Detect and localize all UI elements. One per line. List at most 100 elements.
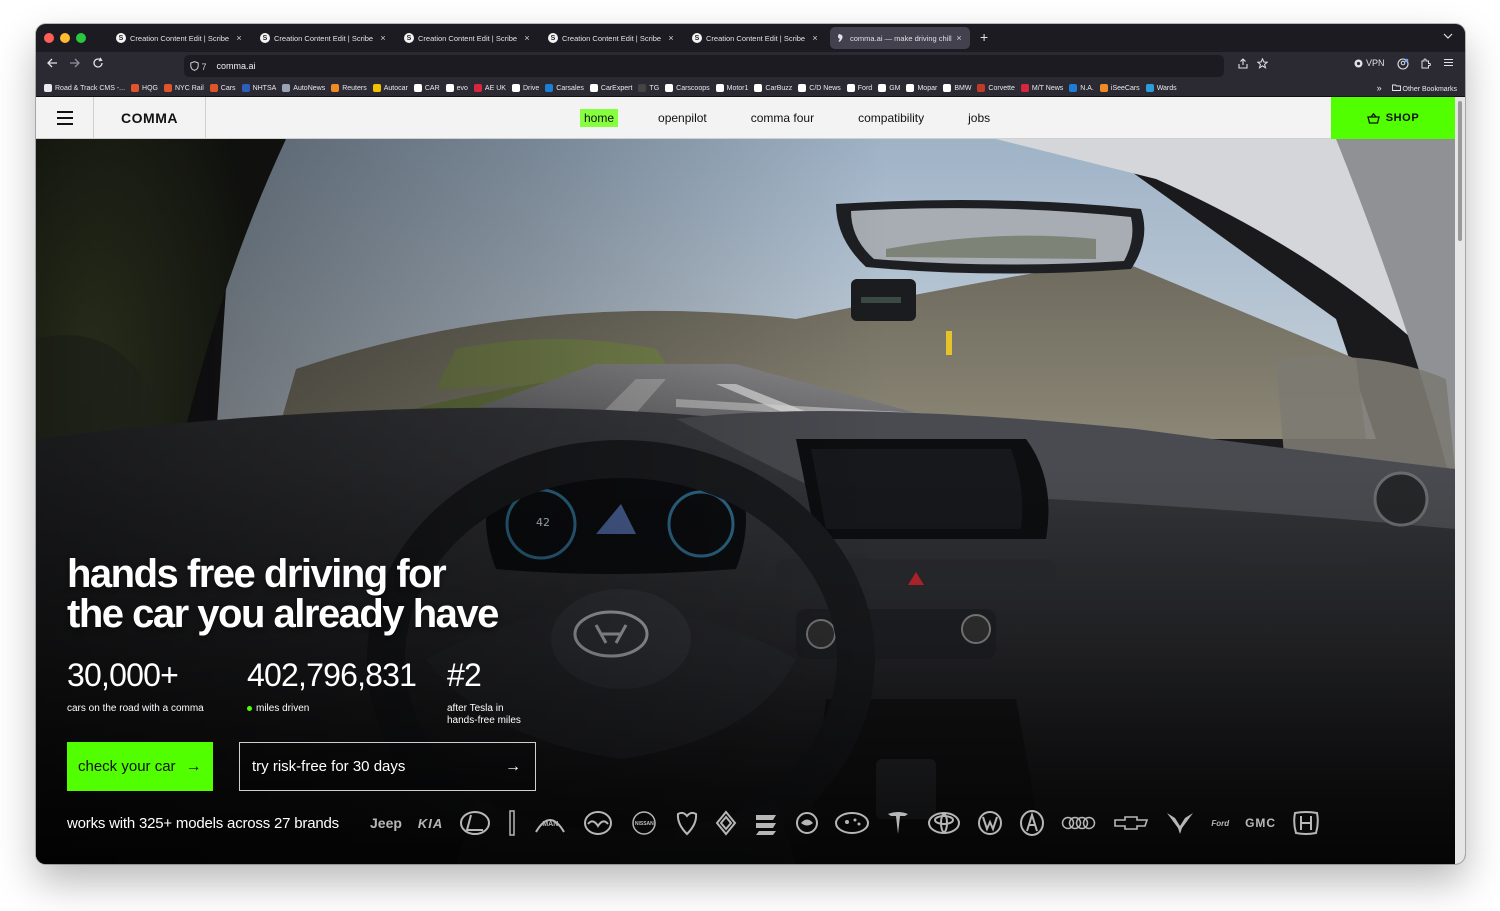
browser-tab[interactable]: S Creation Content Edit | Scribe × xyxy=(542,27,682,49)
minimize-window-button[interactable] xyxy=(60,33,70,43)
nav-link-home[interactable]: home xyxy=(580,109,619,127)
share-icon[interactable] xyxy=(1238,58,1248,72)
stat-miles-value: 402,796,831 xyxy=(247,657,417,693)
other-bookmarks[interactable]: » Other Bookmarks xyxy=(1370,83,1457,93)
bookmark-favicon-icon xyxy=(638,84,647,92)
bookmark-item[interactable]: CAR xyxy=(413,84,440,92)
bookmark-item[interactable]: Drive xyxy=(511,84,539,92)
extensions-icon[interactable] xyxy=(1420,58,1431,72)
bookmark-label: Motor1 xyxy=(726,84,749,92)
bookmark-item[interactable]: AutoNews xyxy=(282,84,325,92)
bookmark-label: M/T News xyxy=(1031,84,1064,92)
browser-tab[interactable]: S Creation Content Edit | Scribe × xyxy=(398,27,538,49)
hamburger-menu-icon[interactable] xyxy=(1443,58,1454,70)
browser-tab[interactable]: S Creation Content Edit | Scribe × xyxy=(110,27,250,49)
nav-link-openpilot[interactable]: openpilot xyxy=(654,109,711,127)
brand-logo-seat-icon: SEAT xyxy=(753,807,779,839)
headline-line-1: hands free driving for xyxy=(67,552,447,596)
browser-tab-active[interactable]: comma.ai — make driving chill × xyxy=(830,27,970,49)
check-your-car-button[interactable]: check your car → xyxy=(67,742,213,791)
forward-arrow-icon[interactable] xyxy=(69,57,81,73)
bookmark-item[interactable]: AE UK xyxy=(473,84,506,92)
scribe-favicon-icon: S xyxy=(548,33,558,43)
bookmark-item[interactable]: Wards xyxy=(1145,84,1177,92)
bookmark-item[interactable]: Mopar xyxy=(906,84,937,92)
bookmark-item[interactable]: evo xyxy=(445,84,468,92)
shop-button[interactable]: SHOP xyxy=(1331,97,1455,139)
tracking-shield-icon[interactable]: 7 xyxy=(190,60,207,72)
new-tab-button[interactable]: + xyxy=(980,30,988,44)
bookmark-item[interactable]: NHTSA xyxy=(241,84,276,92)
menu-line xyxy=(56,111,73,113)
bookmarks-overflow-icon[interactable]: » xyxy=(1377,83,1382,93)
tab-close-icon[interactable]: × xyxy=(234,33,244,43)
address-bar[interactable]: 7 comma.ai xyxy=(184,55,1224,77)
browser-window: S Creation Content Edit | Scribe × S Cre… xyxy=(36,24,1465,864)
bookmark-favicon-icon xyxy=(665,84,674,92)
bookmark-favicon-icon xyxy=(943,84,952,92)
bookmark-label: Carscoops xyxy=(676,84,710,92)
bookmark-label: Cars xyxy=(220,84,236,92)
tab-close-icon[interactable]: × xyxy=(810,33,820,43)
scrollbar-thumb[interactable] xyxy=(1458,101,1462,241)
bookmark-label: GM xyxy=(889,84,901,92)
bookmark-item[interactable]: HQG xyxy=(131,84,158,92)
nav-link-jobs[interactable]: jobs xyxy=(964,109,994,127)
bookmark-label: Road & Track CMS -... xyxy=(55,84,126,92)
stat-rank-label-1: after Tesla in xyxy=(447,703,504,714)
reload-icon[interactable] xyxy=(92,57,104,73)
back-arrow-icon[interactable] xyxy=(46,57,58,73)
headline-line-2: the car you already have xyxy=(67,592,499,636)
bookmark-item[interactable]: iSeeCars xyxy=(1099,84,1140,92)
zoom-window-button[interactable] xyxy=(76,33,86,43)
try-risk-free-label: try risk-free for 30 days xyxy=(252,758,406,775)
bookmark-item[interactable]: Ford xyxy=(846,84,873,92)
bookmark-item[interactable]: Cars xyxy=(209,84,236,92)
bookmark-item[interactable]: Motor1 xyxy=(715,84,749,92)
nav-link-compatibility[interactable]: compatibility xyxy=(854,109,928,127)
bookmark-item[interactable]: GM xyxy=(878,84,900,92)
page-scrollbar[interactable] xyxy=(1455,97,1465,864)
bookmark-item[interactable]: Autocar xyxy=(372,84,408,92)
bookmark-item[interactable]: CarExpert xyxy=(589,84,632,92)
vpn-label: VPN xyxy=(1366,58,1385,68)
bookmark-item[interactable]: M/T News xyxy=(1020,84,1064,92)
bookmark-item[interactable]: CarBuzz xyxy=(754,84,792,92)
brand-logo-acura-icon: Acura xyxy=(1019,807,1045,839)
nav-link-comma-four[interactable]: comma four xyxy=(747,109,818,127)
close-window-button[interactable] xyxy=(44,33,54,43)
brand-logo-tesla-icon: Tesla xyxy=(885,807,911,839)
bookmark-item[interactable]: Reuters xyxy=(331,84,367,92)
menu-line xyxy=(56,117,73,119)
tab-close-icon[interactable]: × xyxy=(666,33,676,43)
try-risk-free-button[interactable]: try risk-free for 30 days → xyxy=(239,742,536,791)
browser-tab[interactable]: S Creation Content Edit | Scribe × xyxy=(254,27,394,49)
tab-close-icon[interactable]: × xyxy=(522,33,532,43)
browser-tab[interactable]: S Creation Content Edit | Scribe × xyxy=(686,27,826,49)
bookmark-item[interactable]: Carscoops xyxy=(665,84,710,92)
tab-close-icon[interactable]: × xyxy=(378,33,388,43)
bookmark-item[interactable]: Road & Track CMS -... xyxy=(44,84,125,92)
site-menu-button[interactable] xyxy=(36,97,94,139)
bookmark-item[interactable]: Carsales xyxy=(545,84,584,92)
comma-logo[interactable]: COMMA xyxy=(94,97,206,139)
brand-name: GMC xyxy=(1245,816,1277,830)
bookmark-item[interactable]: NYC Rail xyxy=(163,84,204,92)
tab-close-icon[interactable]: × xyxy=(954,33,964,43)
bookmark-label: Ford xyxy=(857,84,873,92)
bookmark-item[interactable]: BMW xyxy=(943,84,971,92)
bookmark-favicon-icon xyxy=(754,84,763,92)
bookmark-item[interactable]: TG xyxy=(638,84,659,92)
bookmark-item[interactable]: C/D News xyxy=(798,84,841,92)
bookmark-favicon-icon xyxy=(163,84,172,92)
vpn-button[interactable]: VPN xyxy=(1354,58,1385,68)
bookmark-item[interactable]: N.A. xyxy=(1069,84,1094,92)
tab-list-chevron-down-icon[interactable] xyxy=(1443,31,1453,42)
tab-title: comma.ai — make driving chill xyxy=(850,33,952,43)
bookmark-item[interactable]: Corvette xyxy=(977,84,1015,92)
bookmark-label: HQG xyxy=(142,84,158,92)
bookmark-star-icon[interactable] xyxy=(1256,57,1269,72)
scribe-favicon-icon: S xyxy=(116,33,126,43)
account-icon[interactable] xyxy=(1397,58,1409,73)
url-text[interactable]: comma.ai xyxy=(217,61,256,71)
